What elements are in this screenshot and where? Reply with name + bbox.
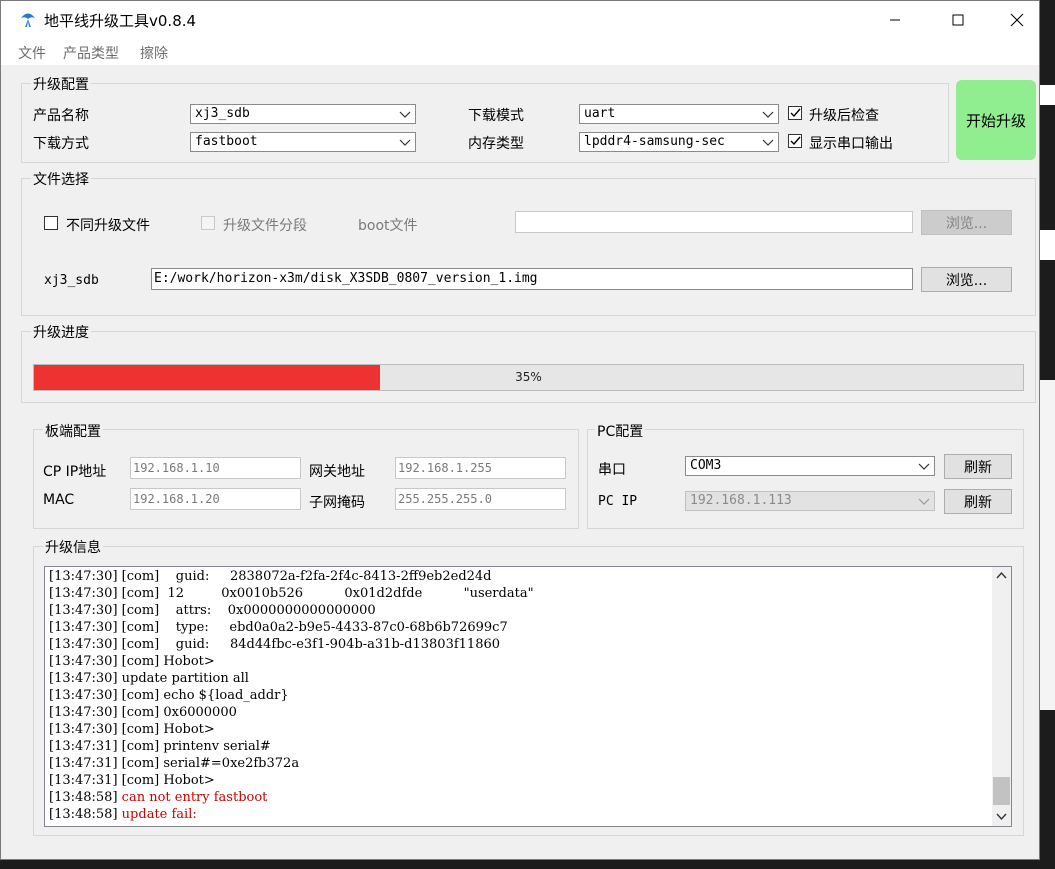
product-name-value: xj3_sdb xyxy=(195,106,250,121)
netmask-label: 子网掩码 xyxy=(309,495,365,511)
mac-input[interactable]: 192.168.1.20 xyxy=(130,488,301,510)
serial-port-value: COM3 xyxy=(690,458,722,473)
log-line: [13:47:31] [com] Hobot> xyxy=(49,773,215,788)
show-serial-checkbox[interactable] xyxy=(788,134,802,148)
check-after-label: 升级后检查 xyxy=(809,108,879,124)
different-files-checkbox[interactable] xyxy=(44,216,58,230)
log-line: [13:47:30] [com] echo ${load_addr} xyxy=(49,688,289,703)
progress-title: 升级进度 xyxy=(31,322,91,342)
boot-browse-button[interactable]: 浏览... xyxy=(921,210,1012,235)
pc-ip-refresh-button[interactable]: 刷新 xyxy=(944,489,1012,514)
pc-ip-value: 192.168.1.113 xyxy=(690,493,792,508)
log-scrollbar[interactable] xyxy=(992,567,1011,826)
download-method-value: fastboot xyxy=(195,134,258,149)
boot-file-label: boot文件 xyxy=(358,218,418,234)
chevron-down-icon xyxy=(762,139,774,146)
log-line: [13:47:30] [com] attrs: 0x00000000000000… xyxy=(49,603,376,618)
log-line: [13:47:30] [com] guid: 2838072a-f2fa-2f4… xyxy=(49,569,492,584)
scroll-down-icon[interactable] xyxy=(996,813,1007,821)
netmask-input[interactable]: 255.255.255.0 xyxy=(395,488,566,510)
menu-product-type[interactable]: 产品类型 xyxy=(63,43,119,63)
chevron-down-icon xyxy=(399,139,411,146)
log-line: [13:48:58] update fail: xyxy=(49,807,197,822)
chevron-down-icon xyxy=(918,498,930,505)
boot-file-input[interactable] xyxy=(515,211,913,233)
image-browse-button[interactable]: 浏览... xyxy=(921,267,1012,292)
log-line: [13:47:31] [com] printenv serial# xyxy=(49,739,271,754)
upgrade-info-title: 升级信息 xyxy=(43,537,103,557)
download-mode-select[interactable]: uart xyxy=(579,104,779,124)
download-mode-value: uart xyxy=(584,106,616,121)
pc-config-group xyxy=(587,429,1024,529)
scroll-up-icon[interactable] xyxy=(996,571,1007,579)
board-config-group xyxy=(33,429,579,529)
different-files-label: 不同升级文件 xyxy=(66,218,150,234)
window-title: 地平线升级工具v0.8.4 xyxy=(44,12,197,30)
file-select-group xyxy=(21,178,1036,316)
log-lines: [13:47:30] [com] guid: 2838072a-f2fa-2f4… xyxy=(49,568,989,823)
log-line: [13:47:30] update partition all xyxy=(49,671,249,686)
serial-port-select[interactable]: COM3 xyxy=(685,456,935,476)
memory-type-value: lpddr4-samsung-sec xyxy=(584,134,725,149)
checkmark-icon xyxy=(790,108,801,118)
gateway-input[interactable]: 192.168.1.255 xyxy=(395,457,566,479)
check-after-checkbox[interactable] xyxy=(788,106,802,120)
show-serial-label: 显示串口输出 xyxy=(809,136,893,152)
minimize-button[interactable] xyxy=(871,1,919,39)
download-mode-label: 下载模式 xyxy=(468,108,524,124)
file-select-title: 文件选择 xyxy=(31,169,91,189)
memory-type-label: 内存类型 xyxy=(468,136,524,152)
image-label: xj3_sdb xyxy=(44,273,99,288)
upgrade-config-title: 升级配置 xyxy=(31,74,91,94)
pc-ip-label: PC IP xyxy=(598,494,638,509)
serial-port-label: 串口 xyxy=(598,462,626,478)
close-button[interactable] xyxy=(993,1,1041,39)
segmented-label: 升级文件分段 xyxy=(223,218,307,234)
pc-ip-select[interactable]: 192.168.1.113 xyxy=(685,491,935,511)
log-line: [13:47:30] [com] guid: 84d44fbc-e3f1-904… xyxy=(49,637,501,652)
menu-bar: 文件 产品类型 擦除 xyxy=(1,39,1039,65)
log-line: [13:47:30] [com] Hobot> xyxy=(49,722,215,737)
log-scroll-thumb[interactable] xyxy=(993,777,1010,805)
checkmark-icon xyxy=(790,136,801,146)
background-desktop xyxy=(1040,0,1055,869)
menu-file[interactable]: 文件 xyxy=(18,43,46,63)
memory-type-select[interactable]: lpddr4-samsung-sec xyxy=(579,132,779,152)
upgrade-progress-bar: 35% xyxy=(33,364,1024,391)
maximize-icon xyxy=(952,14,964,26)
log-output[interactable]: [13:47:30] [com] guid: 2838072a-f2fa-2f4… xyxy=(44,566,1012,827)
progress-percent: 35% xyxy=(515,370,542,384)
minimize-icon xyxy=(890,19,900,21)
chevron-down-icon xyxy=(399,111,411,118)
log-line: [13:48:58] can not entry fastboot xyxy=(49,790,268,805)
mac-label: MAC xyxy=(43,492,75,508)
maximize-button[interactable] xyxy=(934,1,982,39)
chevron-down-icon xyxy=(762,111,774,118)
download-method-select[interactable]: fastboot xyxy=(190,132,416,152)
download-method-label: 下载方式 xyxy=(33,136,89,152)
start-upgrade-button[interactable]: 开始升级 xyxy=(956,80,1036,160)
app-window: 地平线升级工具v0.8.4 文件 产品类型 擦除 升级配置 产品名称 xj3_s… xyxy=(0,0,1040,860)
log-line: [13:47:30] [com] 0x6000000 xyxy=(49,705,237,720)
gateway-label: 网关地址 xyxy=(309,464,365,480)
serial-refresh-button[interactable]: 刷新 xyxy=(944,454,1012,479)
title-bar: 地平线升级工具v0.8.4 xyxy=(1,1,1039,39)
image-path-input[interactable]: E:/work/horizon-x3m/disk_X3SDB_0807_vers… xyxy=(151,268,913,290)
log-line: [13:47:30] [com] 12 0x0010b526 0x01d2dfd… xyxy=(49,586,534,601)
log-line: [13:47:30] [com] Hobot> xyxy=(49,654,215,669)
pc-config-title: PC配置 xyxy=(595,421,646,441)
menu-erase[interactable]: 擦除 xyxy=(140,43,168,63)
segmented-checkbox[interactable] xyxy=(201,216,215,230)
close-icon xyxy=(1010,13,1024,27)
app-logo-icon xyxy=(21,13,35,27)
product-name-label: 产品名称 xyxy=(33,108,89,124)
board-config-title: 板端配置 xyxy=(43,421,103,441)
log-line: [13:47:30] [com] type: ebd0a0a2-b9e5-443… xyxy=(49,620,508,635)
cp-ip-label: CP IP地址 xyxy=(43,464,107,480)
cp-ip-input[interactable]: 192.168.1.10 xyxy=(130,457,301,479)
log-line: [13:47:31] [com] serial#=0xe2fb372a xyxy=(49,756,300,771)
chevron-down-icon xyxy=(918,463,930,470)
product-name-select[interactable]: xj3_sdb xyxy=(190,104,416,124)
